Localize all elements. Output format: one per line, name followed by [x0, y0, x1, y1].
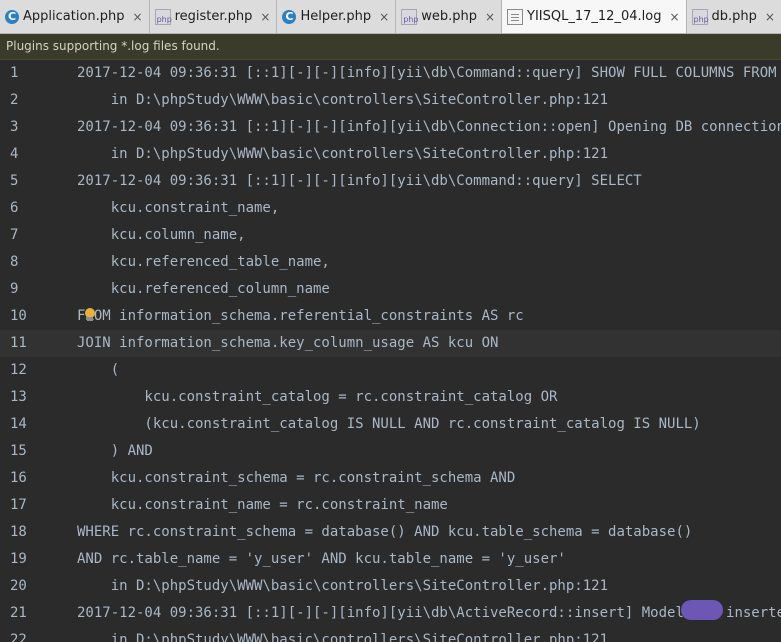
notification-text: Plugins supporting *.log files found. — [6, 39, 220, 53]
tab-yiisql-17-12-04-log[interactable]: YIISQL_17_12_04.log × — [502, 0, 687, 33]
line-number: 17 — [10, 497, 27, 513]
close-tab-icon[interactable]: × — [485, 10, 495, 24]
tab-label: register.php — [174, 9, 253, 24]
line-number: 2 — [10, 92, 19, 108]
code-line[interactable]: 14 (kcu.constraint_catalog IS NULL AND r… — [0, 411, 781, 438]
php-icon-label: php — [156, 14, 172, 24]
line-text: 2017-12-04 09:36:31 [::1][-][-][info][yi… — [77, 173, 642, 189]
close-tab-icon[interactable]: × — [669, 10, 679, 24]
line-number: 18 — [10, 524, 27, 540]
tab-label: YIISQL_17_12_04.log — [527, 9, 662, 24]
line-number: 15 — [10, 443, 27, 459]
code-line[interactable]: 3 2017-12-04 09:36:31 [::1][-][-][info][y… — [0, 114, 781, 141]
code-line[interactable]: 20 in D:\phpStudy\WWW\basic\controllers\… — [0, 573, 781, 600]
php-icon-label: php — [403, 14, 419, 24]
code-line[interactable]: 6 kcu.constraint_name, — [0, 195, 781, 222]
line-text: kcu.constraint_catalog = rc.constraint_c… — [77, 389, 558, 405]
class-file-icon: C — [282, 9, 297, 24]
code-line[interactable]: 22 in D:\phpStudy\WWW\basic\controllers\… — [0, 627, 781, 642]
line-text: 2017-12-04 09:36:31 [::1][-][-][info][yi… — [77, 605, 781, 621]
line-number: 5 — [10, 173, 19, 189]
intention-bulb-icon[interactable] — [84, 308, 96, 322]
line-text: kcu.referenced_table_name, — [77, 254, 330, 270]
line-text: ) AND — [77, 443, 153, 459]
line-number: 4 — [10, 146, 19, 162]
php-file-icon: php — [401, 8, 419, 25]
line-text: 2017-12-04 09:36:31 [::1][-][-][info][yi… — [77, 119, 781, 135]
code-line[interactable]: 1 2017-12-04 09:36:31 [::1][-][-][info][y… — [0, 60, 781, 87]
line-text: WHERE rc.constraint_schema = database() … — [77, 524, 693, 540]
line-number: 20 — [10, 578, 27, 594]
code-editor[interactable]: 1 2017-12-04 09:36:31 [::1][-][-][info][y… — [0, 60, 781, 642]
line-number: 7 — [10, 227, 19, 243]
tab-label: Helper.php — [300, 9, 372, 24]
log-file-icon — [507, 8, 524, 25]
line-number: 10 — [10, 308, 27, 324]
line-text: AND rc.table_name = 'y_user' AND kcu.tab… — [77, 551, 566, 567]
code-line[interactable]: 11 JOIN information_schema.key_column_usa… — [0, 330, 781, 357]
line-number: 6 — [10, 200, 19, 216]
line-text: FROM information_schema.referential_cons… — [77, 308, 524, 324]
code-line[interactable]: 5 2017-12-04 09:36:31 [::1][-][-][info][y… — [0, 168, 781, 195]
line-text: in D:\phpStudy\WWW\basic\controllers\Sit… — [77, 146, 609, 162]
close-tab-icon[interactable]: × — [379, 10, 389, 24]
code-line[interactable]: 13 kcu.constraint_catalog = rc.constrain… — [0, 384, 781, 411]
line-number: 16 — [10, 470, 27, 486]
line-text: ( — [77, 362, 120, 378]
close-tab-icon[interactable]: × — [260, 10, 270, 24]
line-number: 14 — [10, 416, 27, 432]
code-line[interactable]: 21 2017-12-04 09:36:31 [::1][-][-][info][… — [0, 600, 781, 627]
line-text: kcu.constraint_name = rc.constraint_name — [77, 497, 448, 513]
line-number: 13 — [10, 389, 27, 405]
tab-web-php[interactable]: php web.php × — [396, 0, 503, 33]
plugin-notification-bar[interactable]: Plugins supporting *.log files found. — [0, 34, 781, 60]
line-text: in D:\phpStudy\WWW\basic\controllers\Sit… — [77, 92, 609, 108]
line-number: 1 — [10, 65, 19, 81]
line-text: in D:\phpStudy\WWW\basic\controllers\Sit… — [77, 632, 609, 642]
tab-application-php[interactable]: C Application.php × — [0, 0, 150, 33]
code-line[interactable]: 8 kcu.referenced_table_name, — [0, 249, 781, 276]
code-line[interactable]: 2 in D:\phpStudy\WWW\basic\controllers\S… — [0, 87, 781, 114]
php-file-icon: php — [154, 8, 172, 25]
line-text: kcu.column_name, — [77, 227, 246, 243]
line-number: 22 — [10, 632, 27, 642]
class-file-icon: C — [5, 9, 19, 24]
code-line[interactable]: 15 ) AND — [0, 438, 781, 465]
code-line[interactable]: 17 kcu.constraint_name = rc.constraint_n… — [0, 492, 781, 519]
line-text: kcu.constraint_schema = rc.constraint_sc… — [77, 470, 516, 486]
line-text: in D:\phpStudy\WWW\basic\controllers\Sit… — [77, 578, 609, 594]
line-text: (kcu.constraint_catalog IS NULL AND rc.c… — [77, 416, 701, 432]
line-number: 3 — [10, 119, 19, 135]
code-line[interactable]: 16 kcu.constraint_schema = rc.constraint… — [0, 465, 781, 492]
code-line[interactable]: 12 ( — [0, 357, 781, 384]
code-line[interactable]: 7 kcu.column_name, — [0, 222, 781, 249]
code-line[interactable]: 19 AND rc.table_name = 'y_user' AND kcu.t… — [0, 546, 781, 573]
line-text: 2017-12-04 09:36:31 [::1][-][-][info][yi… — [77, 65, 777, 81]
tab-label: web.php — [421, 9, 477, 24]
tab-helper-php[interactable]: C Helper.php × — [277, 0, 397, 33]
line-number: 8 — [10, 254, 19, 270]
line-number: 9 — [10, 281, 19, 297]
line-number: 19 — [10, 551, 27, 567]
editor-tab-bar: C Application.php × php register.php × C Helper… — [0, 0, 781, 34]
line-number: 11 — [10, 335, 27, 351]
tab-register-php[interactable]: php register.php × — [150, 0, 278, 33]
line-text: kcu.constraint_name, — [77, 200, 280, 216]
code-line[interactable]: 4 in D:\phpStudy\WWW\basic\controllers\S… — [0, 141, 781, 168]
php-watermark-logo — [681, 600, 723, 620]
tab-db-php[interactable]: php db.php × — [687, 0, 781, 33]
line-text: JOIN information_schema.key_column_usage… — [77, 335, 499, 351]
tab-label: db.php — [711, 9, 757, 24]
close-tab-icon[interactable]: × — [133, 10, 143, 24]
tab-label: Application.php — [23, 9, 125, 24]
line-number: 12 — [10, 362, 27, 378]
code-line[interactable]: 9 kcu.referenced_column_name — [0, 276, 781, 303]
code-line[interactable]: 10 FROM information_schema.referential_co… — [0, 303, 781, 330]
close-tab-icon[interactable]: × — [765, 10, 775, 24]
line-text: kcu.referenced_column_name — [77, 281, 330, 297]
line-number: 21 — [10, 605, 27, 621]
php-icon-label: php — [693, 14, 709, 24]
code-line[interactable]: 18 WHERE rc.constraint_schema = database(… — [0, 519, 781, 546]
php-file-icon: php — [691, 8, 709, 25]
